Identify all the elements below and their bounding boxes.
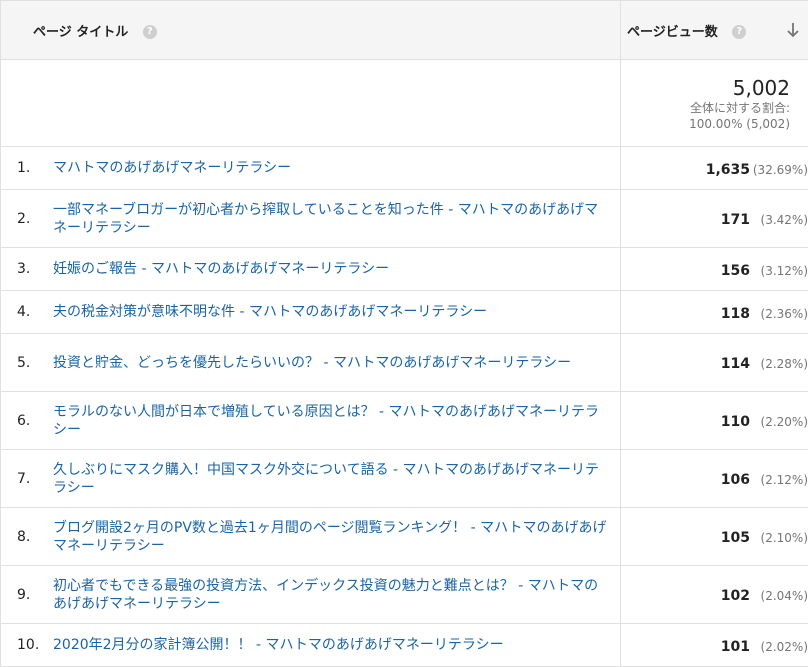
column-header-pageviews[interactable]: ページビュー数 ? (621, 1, 808, 60)
page-title-link[interactable]: マハトマのあげあげマネーリテラシー (53, 153, 620, 183)
page-title-link[interactable]: 2020年2月分の家計簿公開！！ - マハトマのあげあげマネーリテラシー (53, 630, 620, 660)
table-row: 6.モラルのない人間が日本で増殖している原因とは？ - マハトマのあげあげマネー… (1, 392, 808, 450)
sort-descending-icon[interactable] (786, 22, 800, 38)
pageviews-value: 106 (721, 472, 750, 488)
pageviews-value: 171 (721, 212, 750, 228)
page-title-link[interactable]: モラルのない人間が日本で増殖している原因とは？ - マハトマのあげあげマネーリテ… (53, 397, 620, 445)
pageviews-percent: (2.12%) (750, 473, 808, 487)
title-cell: 10.2020年2月分の家計簿公開！！ - マハトマのあげあげマネーリテラシー (1, 624, 621, 667)
title-cell: 5.投資と貯金、どっちを優先したらいいの？ - マハトマのあげあげマネーリテラシ… (1, 334, 621, 392)
page-title-link[interactable]: 投資と貯金、どっちを優先したらいいの？ - マハトマのあげあげマネーリテラシー (53, 348, 620, 378)
pageviews-percent: (3.12%) (750, 264, 808, 278)
pageviews-value: 102 (721, 588, 750, 604)
row-rank: 9. (1, 587, 53, 603)
pageviews-cell: 102(2.04%) (621, 566, 808, 624)
summary-row: 5,002 全体に対する割合: 100.00% (5,002) (1, 60, 808, 147)
row-rank: 7. (1, 471, 53, 487)
pageviews-cell: 105(2.10%) (621, 508, 808, 566)
page-title-link[interactable]: 妊娠のご報告 - マハトマのあげあげマネーリテラシー (53, 254, 620, 284)
row-rank: 4. (1, 304, 53, 320)
pageviews-value: 105 (721, 530, 750, 546)
page-title-link[interactable]: 初心者でもできる最強の投資方法、インデックス投資の魅力と難点とは？ - マハトマ… (53, 571, 620, 619)
table-row: 10.2020年2月分の家計簿公開！！ - マハトマのあげあげマネーリテラシー1… (1, 624, 808, 667)
table-row: 5.投資と貯金、どっちを優先したらいいの？ - マハトマのあげあげマネーリテラシ… (1, 334, 808, 392)
table-row: 1.マハトマのあげあげマネーリテラシー1,635(32.69%) (1, 147, 808, 190)
total-pageviews: 5,002 (621, 76, 790, 100)
pageviews-cell: 114(2.28%) (621, 334, 808, 392)
column-header-pageviews-label: ページビュー数 (627, 25, 718, 40)
table-row: 3.妊娠のご報告 - マハトマのあげあげマネーリテラシー156(3.12%) (1, 248, 808, 291)
pageviews-percent: (2.28%) (750, 357, 808, 371)
page-title-link[interactable]: 夫の税金対策が意味不明な件 - マハトマのあげあげマネーリテラシー (53, 297, 620, 327)
help-icon[interactable]: ? (143, 25, 157, 39)
report-container: ページ タイトル ? ページビュー数 ? 5,002 全体に対する割合: (0, 0, 808, 661)
row-rank: 5. (1, 355, 53, 371)
title-cell: 1.マハトマのあげあげマネーリテラシー (1, 147, 621, 190)
table-row: 8.ブログ開設2ヶ月のPV数と過去1ヶ月間のページ閲覧ランキング！ - マハトマ… (1, 508, 808, 566)
row-rank: 10. (1, 637, 53, 653)
title-cell: 9.初心者でもできる最強の投資方法、インデックス投資の魅力と難点とは？ - マハ… (1, 566, 621, 624)
total-percent-value: 100.00% (5,002) (621, 116, 790, 132)
pageviews-percent: (2.04%) (750, 589, 808, 603)
pageviews-value: 118 (721, 306, 750, 322)
pageviews-percent: (2.20%) (750, 415, 808, 429)
table-row: 9.初心者でもできる最強の投資方法、インデックス投資の魅力と難点とは？ - マハ… (1, 566, 808, 624)
pageviews-cell: 171(3.42%) (621, 190, 808, 248)
table-row: 7.久しぶりにマスク購入！中国マスク外交について語る - マハトマのあげあげマネ… (1, 450, 808, 508)
pageviews-percent: (2.02%) (750, 640, 808, 654)
row-rank: 1. (1, 160, 53, 176)
pageviews-percent: (32.69%) (750, 163, 808, 177)
pageviews-percent: (3.42%) (750, 213, 808, 227)
pageviews-cell: 110(2.20%) (621, 392, 808, 450)
summary-value-cell: 5,002 全体に対する割合: 100.00% (5,002) (621, 60, 808, 147)
title-cell: 8.ブログ開設2ヶ月のPV数と過去1ヶ月間のページ閲覧ランキング！ - マハトマ… (1, 508, 621, 566)
page-title-link[interactable]: 一部マネーブロガーが初心者から搾取していることを知った件 - マハトマのあげあげ… (53, 195, 620, 243)
page-title-link[interactable]: ブログ開設2ヶ月のPV数と過去1ヶ月間のページ閲覧ランキング！ - マハトマのあ… (53, 513, 620, 561)
page-title-report-table: ページ タイトル ? ページビュー数 ? 5,002 全体に対する割合: (0, 0, 808, 667)
table-row: 2.一部マネーブロガーが初心者から搾取していることを知った件 - マハトマのあげ… (1, 190, 808, 248)
pageviews-cell: 106(2.12%) (621, 450, 808, 508)
pageviews-cell: 156(3.12%) (621, 248, 808, 291)
row-rank: 6. (1, 413, 53, 429)
summary-empty-cell (1, 60, 621, 147)
pageviews-value: 114 (721, 356, 750, 372)
row-rank: 8. (1, 529, 53, 545)
column-header-page-title[interactable]: ページ タイトル ? (1, 1, 621, 60)
table-row: 4.夫の税金対策が意味不明な件 - マハトマのあげあげマネーリテラシー118(2… (1, 291, 808, 334)
page-title-link[interactable]: 久しぶりにマスク購入！中国マスク外交について語る - マハトマのあげあげマネーリ… (53, 455, 620, 503)
pageviews-value: 101 (721, 639, 750, 655)
pageviews-cell: 101(2.02%) (621, 624, 808, 667)
title-cell: 6.モラルのない人間が日本で増殖している原因とは？ - マハトマのあげあげマネー… (1, 392, 621, 450)
row-rank: 3. (1, 261, 53, 277)
pageviews-value: 110 (721, 414, 750, 430)
title-cell: 2.一部マネーブロガーが初心者から搾取していることを知った件 - マハトマのあげ… (1, 190, 621, 248)
pageviews-cell: 1,635(32.69%) (621, 147, 808, 190)
help-icon[interactable]: ? (732, 25, 746, 39)
title-cell: 4.夫の税金対策が意味不明な件 - マハトマのあげあげマネーリテラシー (1, 291, 621, 334)
title-cell: 3.妊娠のご報告 - マハトマのあげあげマネーリテラシー (1, 248, 621, 291)
row-rank: 2. (1, 211, 53, 227)
table-header-row: ページ タイトル ? ページビュー数 ? (1, 1, 808, 60)
title-cell: 7.久しぶりにマスク購入！中国マスク外交について語る - マハトマのあげあげマネ… (1, 450, 621, 508)
pageviews-value: 156 (721, 263, 750, 279)
pageviews-percent: (2.36%) (750, 307, 808, 321)
pageviews-cell: 118(2.36%) (621, 291, 808, 334)
pageviews-percent: (2.10%) (750, 531, 808, 545)
column-header-page-title-label: ページ タイトル (33, 25, 128, 40)
pageviews-value: 1,635 (706, 162, 750, 178)
total-percent-label: 全体に対する割合: (621, 100, 790, 116)
